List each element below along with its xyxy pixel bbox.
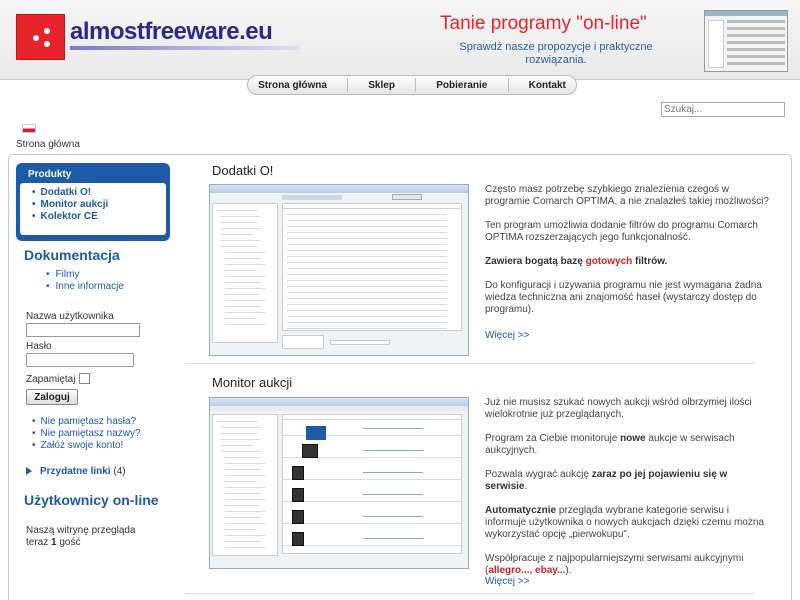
online-count: 1 [51,537,57,548]
article-body: Już nie musisz szukać nowych aukcji wśró… [485,397,770,589]
article-paragraph: Współpracuje z najpopularniejszymi serwi… [485,553,744,576]
forgot-username-link[interactable]: Nie pamiętasz nazwy? [32,428,141,440]
divider [185,593,755,594]
remember-label: Zapamiętaj [26,374,76,385]
main-nav: Strona główna Sklep Pobieranie Kontakt [247,75,577,95]
promo-title: Tanie programy "on-line" [440,13,647,34]
online-text-prefix: Naszą witrynę przegląda teraz [26,525,136,548]
polish-flag-icon[interactable] [22,124,36,133]
password-field[interactable] [26,353,134,367]
forgot-password-link[interactable]: Nie pamiętasz hasła? [32,416,141,428]
username-field[interactable] [26,323,140,337]
online-users-title: Użytkownicy on-line [24,492,159,508]
site-header: almostfreeware.eu Tanie programy "on-lin… [0,0,800,80]
remember-checkbox[interactable] [79,373,90,384]
article-paragraph: Automatycznie przegląda wybrane kategori… [485,505,765,540]
article-screenshot [209,397,469,569]
product-link[interactable]: Monitor aukcji [32,199,166,211]
article-paragraph: Często masz potrzebę szybkiego znalezien… [485,184,769,207]
nav-contact[interactable]: Kontakt [529,80,566,91]
article-title[interactable]: Monitor aukcji [212,375,292,390]
logo-underline [70,46,300,50]
online-users-text: Naszą witrynę przegląda teraz 1 gość [26,525,146,549]
documentation-title: Dokumentacja [24,247,120,263]
article-body: Często masz potrzebę szybkiego znalezien… [485,184,770,328]
article-paragraph: Program za Ciebie monitoruje nowe aukcje… [485,433,735,456]
nav-separator [507,78,509,92]
register-link[interactable]: Załóż swoje konto! [32,440,141,452]
useful-links[interactable]: Przydatne linki (4) [40,466,126,477]
article-highlight: Zawiera bogatą bazę gotowych filtrów. [485,256,668,267]
read-more-link[interactable]: Więcej >> [485,330,529,341]
nav-home[interactable]: Strona główna [258,80,327,91]
nav-separator [415,78,417,92]
products-list: Dodatki O! Monitor aukcji Kolektor CE [20,183,166,235]
article-title[interactable]: Dodatki O! [212,163,273,178]
products-module: Produkty Dodatki O! Monitor aukcji Kolek… [16,163,170,241]
article-paragraph: Pozwala wygrać aukcję zaraz po jej pojaw… [485,469,728,492]
nav-shop[interactable]: Sklep [368,80,395,91]
online-text-suffix: gość [59,537,81,548]
article-paragraph: Już nie musisz szukać nowych aukcji wśró… [485,397,752,420]
logo-icon[interactable] [16,14,65,60]
read-more-link[interactable]: Więcej >> [485,576,529,587]
article-paragraph: Do konfiguracji i używania programu nie … [485,280,762,315]
logo-text[interactable]: almostfreeware.eu [70,18,273,46]
product-link[interactable]: Dodatki O! [32,187,166,199]
useful-links-count: (4) [113,466,126,477]
promo-subtitle: Sprawdź nasze propozycje i praktyczne ro… [459,41,653,66]
article-paragraph: Ten program umożliwia dodanie filtrów do… [485,220,758,243]
nav-downloads[interactable]: Pobieranie [436,80,487,91]
product-link[interactable]: Kolektor CE [32,211,166,223]
breadcrumb: Strona główna [16,139,80,150]
divider [185,363,755,364]
password-label: Hasło [26,341,52,352]
nav-separator [347,78,349,92]
useful-links-label[interactable]: Przydatne linki [40,466,111,477]
documentation-link[interactable]: Filmy [46,269,124,281]
products-title: Produkty [28,169,72,180]
login-button[interactable]: Zaloguj [26,389,78,405]
article-screenshot [209,184,469,356]
documentation-list: Filmy Inne informacje [46,269,124,293]
header-screenshot-thumbnail [704,10,788,72]
expand-arrow-icon[interactable] [26,467,32,475]
documentation-link[interactable]: Inne informacje [46,281,124,293]
search-input[interactable] [661,102,785,117]
username-label: Nazwa użytkownika [26,311,114,322]
login-links: Nie pamiętasz hasła? Nie pamiętasz nazwy… [32,416,141,452]
